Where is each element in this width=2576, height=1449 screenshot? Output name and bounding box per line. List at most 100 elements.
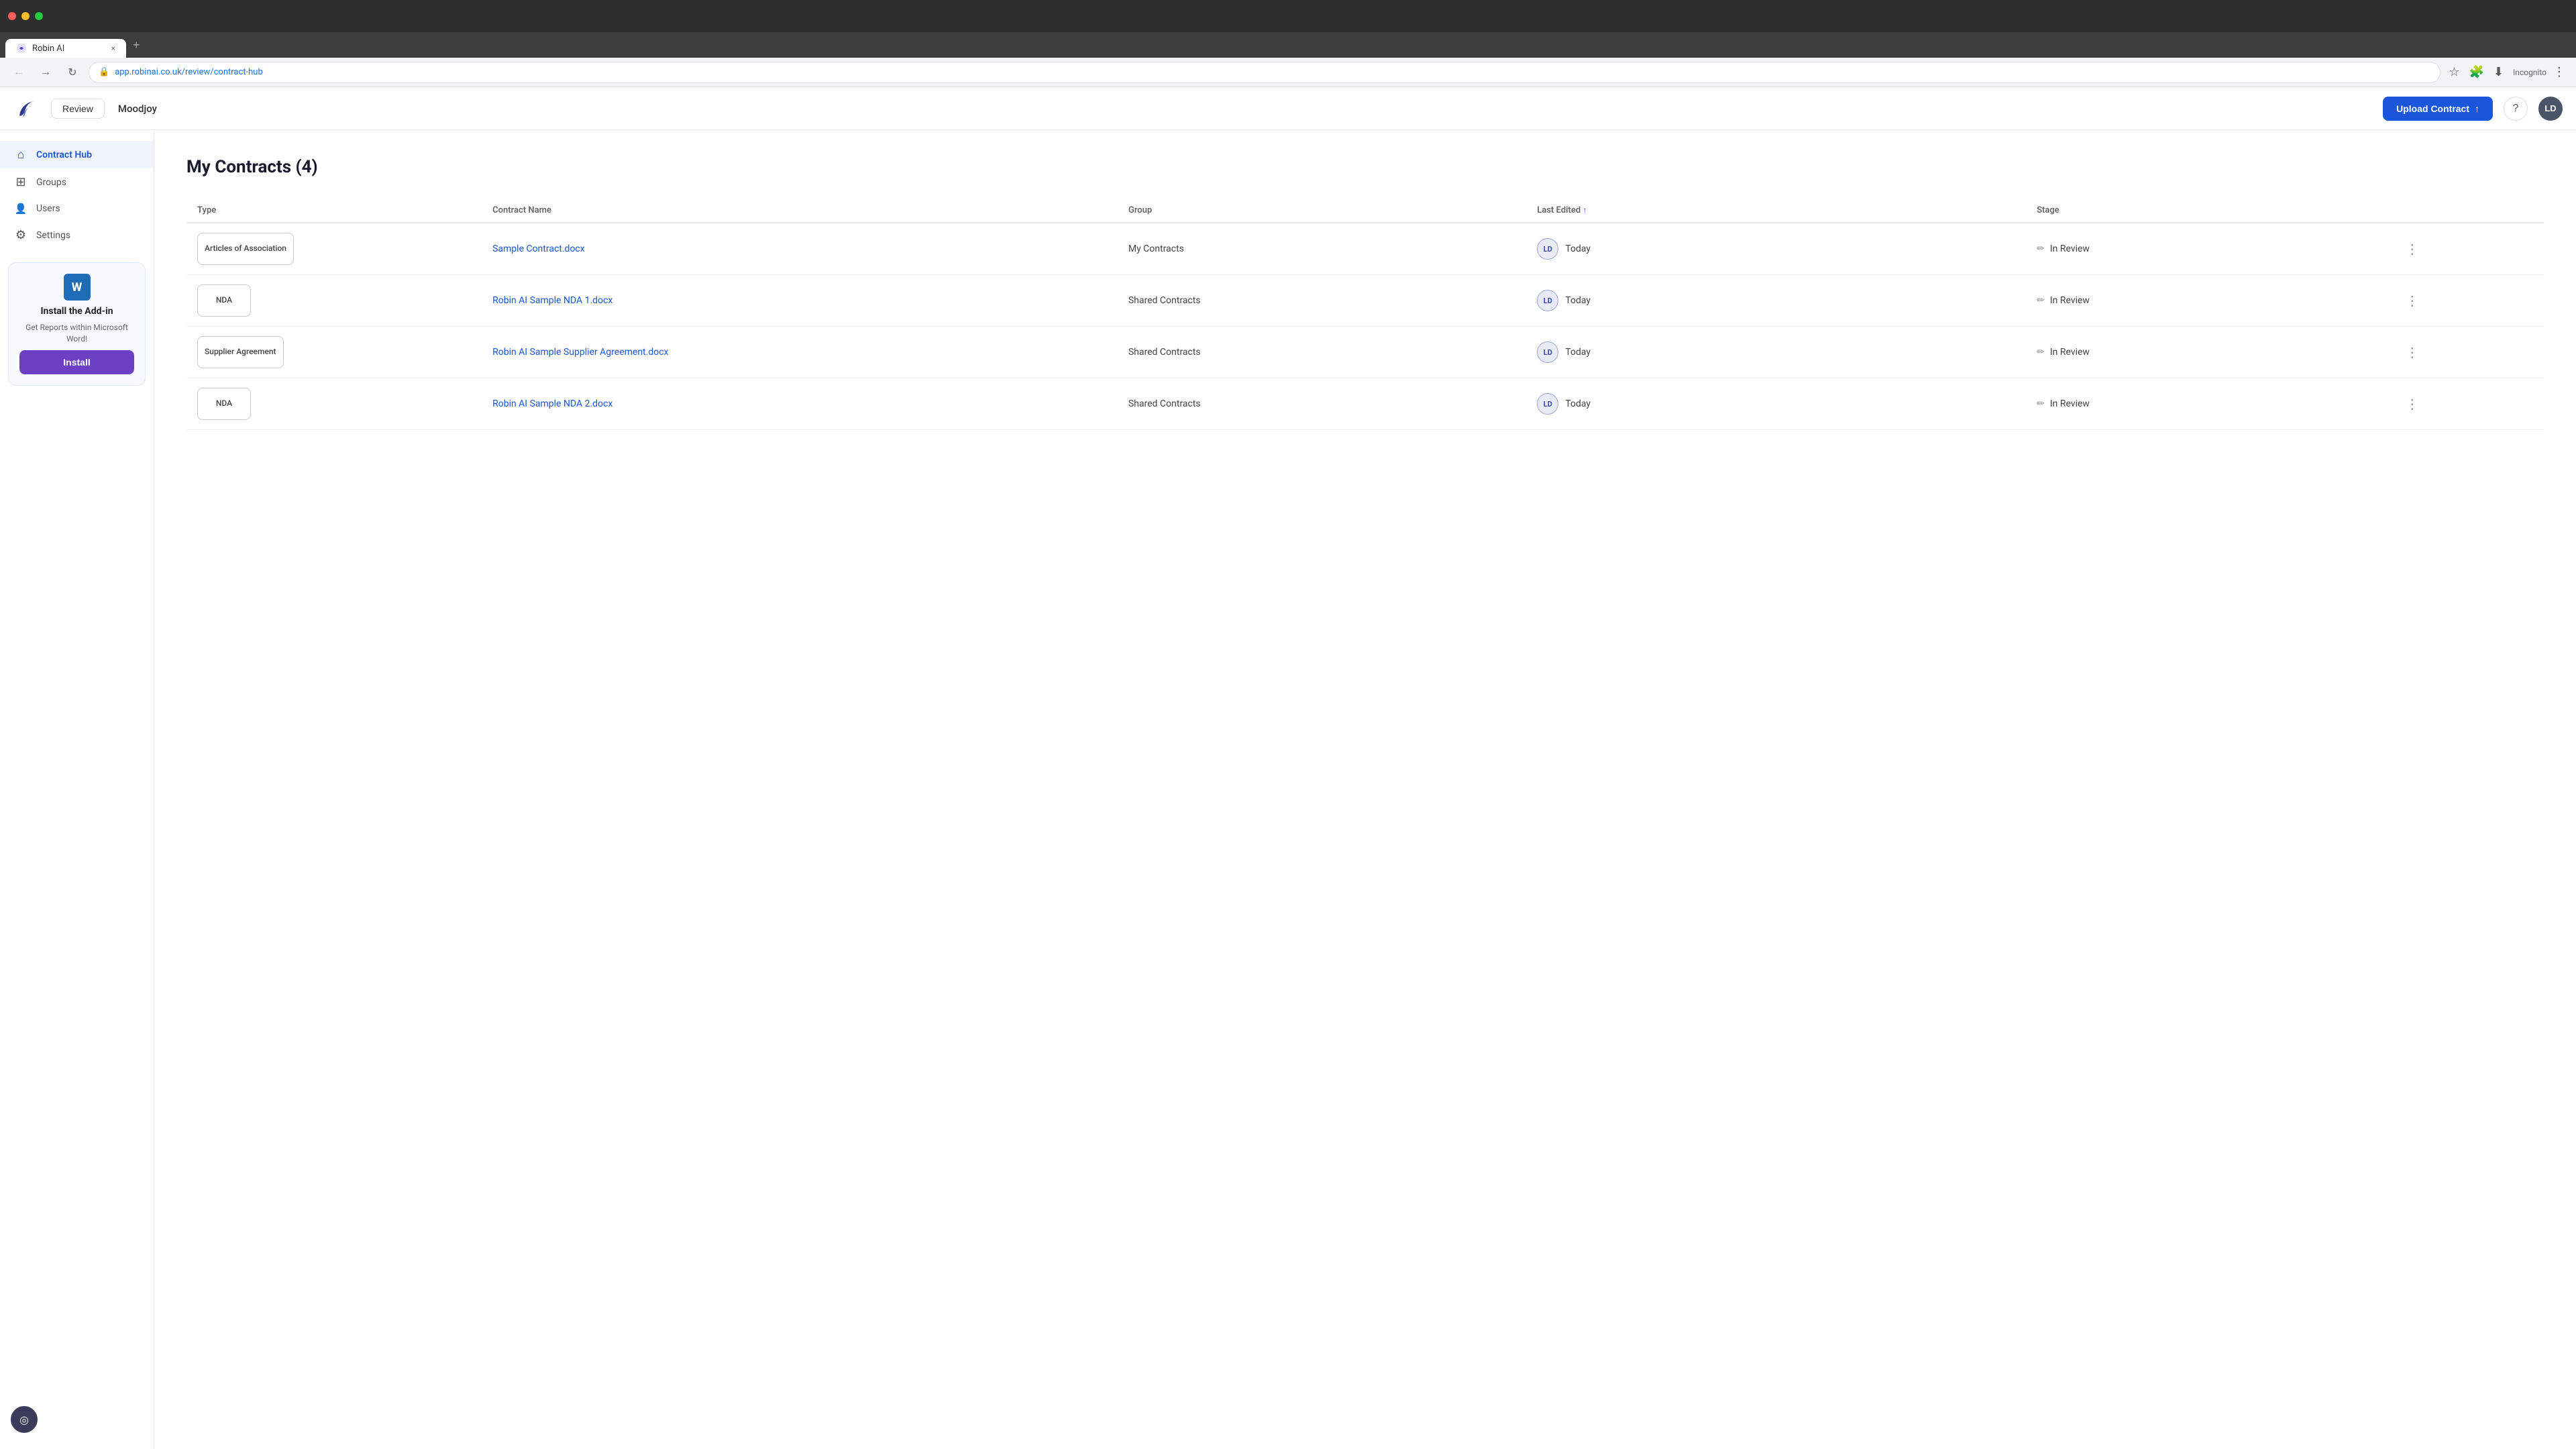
editor-avatar: LD — [1537, 341, 1558, 363]
new-tab-button[interactable]: + — [126, 36, 147, 55]
bookmark-button[interactable]: ☆ — [2446, 62, 2462, 82]
sort-arrow-icon: ↑ — [1582, 205, 1587, 215]
tab-label: Robin AI — [32, 44, 64, 54]
edit-stage-icon: ✏ — [2037, 244, 2045, 254]
edit-stage-icon: ✏ — [2037, 295, 2045, 306]
sidebar-groups-label: Groups — [36, 177, 66, 188]
addon-title: Install the Add-in — [40, 306, 113, 317]
sidebar-item-settings[interactable]: ⚙ Settings — [0, 221, 154, 249]
last-edited-cell: LD Today — [1526, 275, 2026, 327]
back-button[interactable]: ← — [8, 62, 30, 83]
row-menu-button[interactable]: ⋮ — [2400, 393, 2424, 415]
group-cell: Shared Contracts — [1118, 378, 1526, 430]
groups-icon: ⊞ — [13, 175, 28, 189]
sidebar-item-contract-hub[interactable]: ⌂ Contract Hub — [0, 141, 154, 168]
edited-date: Today — [1565, 295, 1591, 306]
row-menu-button[interactable]: ⋮ — [2400, 238, 2424, 260]
row-menu-button[interactable]: ⋮ — [2400, 341, 2424, 364]
type-cell: NDA — [186, 275, 482, 327]
edited-date: Today — [1565, 347, 1591, 358]
table-header: Type Contract Name Group Last Edited ↑ — [186, 199, 2544, 223]
users-icon: 👤 — [13, 203, 28, 215]
page-title: My Contracts (4) — [186, 157, 2544, 177]
menu-button[interactable]: ⋮ — [2551, 62, 2568, 82]
sidebar-item-users[interactable]: 👤 Users — [0, 196, 154, 221]
upload-contract-button[interactable]: Upload Contract ↑ — [2383, 97, 2493, 121]
type-cell: NDA — [186, 378, 482, 430]
editor-avatar: LD — [1537, 393, 1558, 415]
row-menu-cell: ⋮ — [2390, 275, 2544, 327]
contract-name-cell: Sample Contract.docx — [482, 223, 1118, 275]
group-name: Shared Contracts — [1128, 295, 1201, 306]
group-cell: My Contracts — [1118, 223, 1526, 275]
active-browser-tab[interactable]: Robin AI × — [5, 39, 126, 58]
addon-description: Get Reports within Microsoft Word! — [19, 322, 134, 345]
contract-link[interactable]: Sample Contract.docx — [492, 244, 585, 254]
last-edited-cell: LD Today — [1526, 327, 2026, 378]
browser-tab-bar: Robin AI × + — [0, 32, 2576, 58]
help-button[interactable]: ? — [2504, 97, 2528, 121]
sidebar-settings-label: Settings — [36, 230, 70, 241]
contract-link[interactable]: Robin AI Sample NDA 2.docx — [492, 398, 612, 409]
upload-icon: ↑ — [2475, 103, 2479, 114]
stage-cell: ✏ In Review — [2026, 275, 2390, 327]
group-name: Shared Contracts — [1128, 347, 1201, 358]
app-container: Review Moodjoy Upload Contract ↑ ? LD ⌂ … — [0, 87, 2576, 1449]
type-badge: NDA — [197, 284, 251, 317]
tab-favicon — [16, 43, 27, 54]
incognito-label: Incognito — [2513, 68, 2546, 77]
group-cell: Shared Contracts — [1118, 275, 1526, 327]
col-header-last-edited[interactable]: Last Edited ↑ — [1526, 199, 2026, 223]
sidebar-contract-hub-label: Contract Hub — [36, 150, 92, 160]
install-button[interactable]: Install — [19, 350, 134, 374]
stage-label: In Review — [2050, 347, 2090, 358]
review-button[interactable]: Review — [51, 99, 105, 119]
forward-button[interactable]: → — [35, 62, 56, 83]
table-row: Supplier Agreement Robin AI Sample Suppl… — [186, 327, 2544, 378]
user-avatar-button[interactable]: LD — [2538, 97, 2563, 121]
refresh-button[interactable]: ↻ — [62, 62, 83, 83]
addon-panel: W Install the Add-in Get Reports within … — [8, 262, 146, 386]
row-menu-cell: ⋮ — [2390, 378, 2544, 430]
edited-date: Today — [1565, 244, 1591, 254]
app-logo — [13, 95, 40, 122]
stage-cell: ✏ In Review — [2026, 378, 2390, 430]
settings-icon: ⚙ — [13, 228, 28, 242]
tab-close-btn[interactable]: × — [111, 44, 115, 53]
contract-name-cell: Robin AI Sample NDA 1.docx — [482, 275, 1118, 327]
col-header-contract-name: Contract Name — [482, 199, 1118, 223]
main-content: My Contracts (4) Type Contract Name Grou… — [154, 130, 2576, 1449]
edit-stage-icon: ✏ — [2037, 398, 2045, 409]
workspace-name: Moodjoy — [118, 103, 157, 115]
home-icon: ⌂ — [13, 148, 28, 162]
stage-cell: ✏ In Review — [2026, 223, 2390, 275]
table-body: Articles of Association Sample Contract.… — [186, 223, 2544, 430]
type-badge: Supplier Agreement — [197, 336, 284, 368]
stage-label: In Review — [2050, 244, 2090, 254]
group-name: Shared Contracts — [1128, 398, 1201, 409]
address-bar[interactable]: 🔒 app.robinai.co.uk/review/contract-hub — [89, 62, 2440, 83]
col-header-stage: Stage — [2026, 199, 2390, 223]
chat-bubble-button[interactable]: ◎ — [11, 1406, 38, 1433]
last-edited-cell: LD Today — [1526, 378, 2026, 430]
row-menu-button[interactable]: ⋮ — [2400, 290, 2424, 312]
download-button[interactable]: ⬇ — [2491, 62, 2506, 82]
col-header-type: Type — [186, 199, 482, 223]
extensions-button[interactable]: 🧩 — [2467, 62, 2487, 82]
word-icon: W — [64, 274, 91, 301]
last-edited-cell: LD Today — [1526, 223, 2026, 275]
group-cell: Shared Contracts — [1118, 327, 1526, 378]
browser-chrome — [0, 0, 2576, 32]
app-body: ⌂ Contract Hub ⊞ Groups 👤 Users ⚙ Settin… — [0, 130, 2576, 1449]
contract-link[interactable]: Robin AI Sample Supplier Agreement.docx — [492, 347, 668, 358]
type-cell: Articles of Association — [186, 223, 482, 275]
editor-avatar: LD — [1537, 290, 1558, 311]
contract-link[interactable]: Robin AI Sample NDA 1.docx — [492, 295, 612, 306]
edited-date: Today — [1565, 398, 1591, 409]
contract-name-cell: Robin AI Sample Supplier Agreement.docx — [482, 327, 1118, 378]
type-cell: Supplier Agreement — [186, 327, 482, 378]
sidebar-item-groups[interactable]: ⊞ Groups — [0, 168, 154, 196]
sidebar-users-label: Users — [36, 203, 60, 214]
table-row: NDA Robin AI Sample NDA 1.docx Shared Co… — [186, 275, 2544, 327]
url-text: app.robinai.co.uk/review/contract-hub — [115, 67, 2430, 77]
